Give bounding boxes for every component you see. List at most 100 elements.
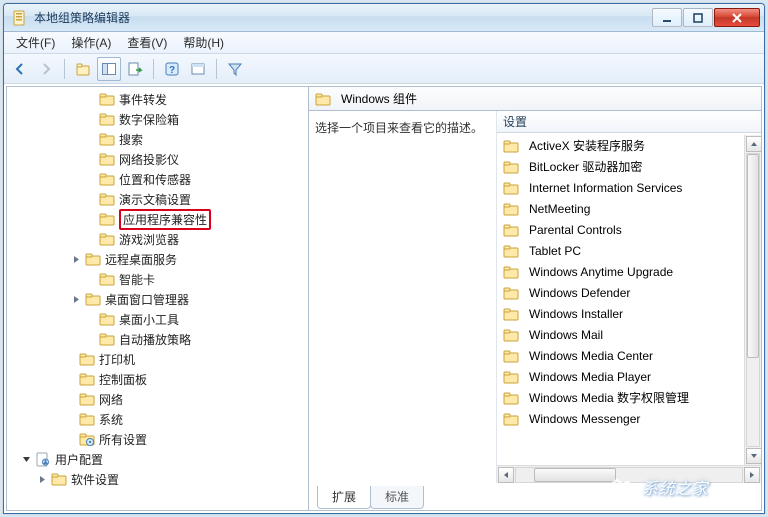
tree-item-label: 应用程序兼容性 <box>123 213 207 227</box>
help-button[interactable]: ? <box>160 57 184 81</box>
maximize-button[interactable] <box>683 8 713 27</box>
expander-placeholder <box>63 372 77 386</box>
expander-placeholder <box>83 112 97 126</box>
horizontal-scrollbar[interactable] <box>497 465 761 483</box>
toolbar-separator <box>216 59 217 79</box>
folder-icon <box>503 411 519 427</box>
menu-view[interactable]: 查看(V) <box>119 32 175 53</box>
export-list-button[interactable] <box>123 57 147 81</box>
tree-item-label: 系统 <box>99 411 123 428</box>
scroll-left-button[interactable] <box>498 467 514 483</box>
collapse-icon[interactable] <box>19 452 33 466</box>
tab-extended[interactable]: 扩展 <box>317 486 371 509</box>
tree-item[interactable]: 演示文稿设置 <box>7 189 308 209</box>
list-item[interactable]: Windows Installer <box>497 303 761 324</box>
tree-item[interactable]: 网络投影仪 <box>7 149 308 169</box>
scroll-thumb[interactable] <box>747 154 759 358</box>
list-item[interactable]: Internet Information Services <box>497 177 761 198</box>
list-item[interactable]: NetMeeting <box>497 198 761 219</box>
up-level-button[interactable] <box>71 57 95 81</box>
scroll-track[interactable] <box>746 153 760 447</box>
folder-icon <box>79 371 95 387</box>
expand-icon[interactable] <box>69 292 83 306</box>
expander-placeholder <box>63 432 77 446</box>
list-item[interactable]: Windows Media Center <box>497 345 761 366</box>
list-item[interactable]: Parental Controls <box>497 219 761 240</box>
list-item-label: Internet Information Services <box>529 181 682 195</box>
list-item-label: NetMeeting <box>529 202 590 216</box>
tree-item[interactable]: 应用程序兼容性 <box>7 209 308 229</box>
properties-button[interactable] <box>186 57 210 81</box>
list-item[interactable]: Windows Media 数字权限管理 <box>497 387 761 408</box>
toolbar-separator <box>153 59 154 79</box>
tree-item[interactable]: 位置和传感器 <box>7 169 308 189</box>
folder-icon <box>85 291 101 307</box>
minimize-button[interactable] <box>652 8 682 27</box>
tree-item[interactable]: 桌面窗口管理器 <box>7 289 308 309</box>
app-window: 本地组策略编辑器 文件(F) 操作(A) 查看(V) 帮助(H) ? 事件转发数… <box>3 3 765 514</box>
menu-action[interactable]: 操作(A) <box>63 32 119 53</box>
list-item[interactable]: Windows Messenger <box>497 408 761 429</box>
expander-placeholder <box>83 312 97 326</box>
tree-item-label: 用户配置 <box>55 451 103 468</box>
list-item[interactable]: ActiveX 安装程序服务 <box>497 135 761 156</box>
list-item[interactable]: Windows Anytime Upgrade <box>497 261 761 282</box>
expander-placeholder <box>83 212 97 226</box>
list-item-label: Windows Media Player <box>529 370 651 384</box>
column-header-settings[interactable]: 设置 <box>497 111 761 133</box>
tree-item[interactable]: 游戏浏览器 <box>7 229 308 249</box>
details-title: Windows 组件 <box>341 90 417 107</box>
tree-item[interactable]: 系统 <box>7 409 308 429</box>
folder-icon <box>99 111 115 127</box>
tree-item[interactable]: 远程桌面服务 <box>7 249 308 269</box>
list-item-label: Windows Mail <box>529 328 603 342</box>
vertical-scrollbar[interactable] <box>744 135 761 465</box>
tree-item-label: 控制面板 <box>99 371 147 388</box>
list-item-label: Windows Installer <box>529 307 623 321</box>
expander-placeholder <box>83 332 97 346</box>
menu-file[interactable]: 文件(F) <box>8 32 63 53</box>
list-item-label: ActiveX 安装程序服务 <box>529 137 645 154</box>
tab-bar: 扩展 标准 <box>309 484 761 510</box>
tree-item[interactable]: 自动播放策略 <box>7 329 308 349</box>
menu-help[interactable]: 帮助(H) <box>175 32 232 53</box>
tree-item[interactable]: 打印机 <box>7 349 308 369</box>
folder-icon <box>503 180 519 196</box>
list-item[interactable]: Windows Defender <box>497 282 761 303</box>
scroll-thumb[interactable] <box>534 468 616 482</box>
tree-item-label: 演示文稿设置 <box>119 191 191 208</box>
tree-item[interactable]: 事件转发 <box>7 89 308 109</box>
scroll-down-button[interactable] <box>746 448 761 464</box>
tree-item[interactable]: 用户配置 <box>7 449 308 469</box>
tab-standard[interactable]: 标准 <box>370 486 424 509</box>
list-item[interactable]: BitLocker 驱动器加密 <box>497 156 761 177</box>
folder-icon <box>99 171 115 187</box>
tree-item[interactable]: 桌面小工具 <box>7 309 308 329</box>
back-button[interactable] <box>8 57 32 81</box>
list-item[interactable]: Tablet PC <box>497 240 761 261</box>
tree-item[interactable]: 智能卡 <box>7 269 308 289</box>
forward-button[interactable] <box>34 57 58 81</box>
scroll-up-button[interactable] <box>746 136 761 152</box>
filter-button[interactable] <box>223 57 247 81</box>
list-items[interactable]: ActiveX 安装程序服务 BitLocker 驱动器加密 Internet In… <box>497 133 761 465</box>
tree-item-label: 桌面小工具 <box>119 311 179 328</box>
scroll-track[interactable] <box>515 467 743 483</box>
scroll-right-button[interactable] <box>744 467 760 483</box>
tree-panel[interactable]: 事件转发数字保险箱搜索网络投影仪位置和传感器演示文稿设置应用程序兼容性游戏浏览器… <box>7 87 309 510</box>
tree-item[interactable]: 控制面板 <box>7 369 308 389</box>
tree-item[interactable]: 所有设置 <box>7 429 308 449</box>
close-button[interactable] <box>714 8 760 27</box>
folder-icon <box>99 191 115 207</box>
list-item[interactable]: Windows Media Player <box>497 366 761 387</box>
tree-item[interactable]: 软件设置 <box>7 469 308 489</box>
folder-icon <box>99 211 115 227</box>
expand-icon[interactable] <box>35 472 49 486</box>
tree-item[interactable]: 搜索 <box>7 129 308 149</box>
expand-icon[interactable] <box>69 252 83 266</box>
title-bar[interactable]: 本地组策略编辑器 <box>4 4 764 32</box>
show-hide-tree-button[interactable] <box>97 57 121 81</box>
tree-item[interactable]: 数字保险箱 <box>7 109 308 129</box>
tree-item[interactable]: 网络 <box>7 389 308 409</box>
list-item[interactable]: Windows Mail <box>497 324 761 345</box>
